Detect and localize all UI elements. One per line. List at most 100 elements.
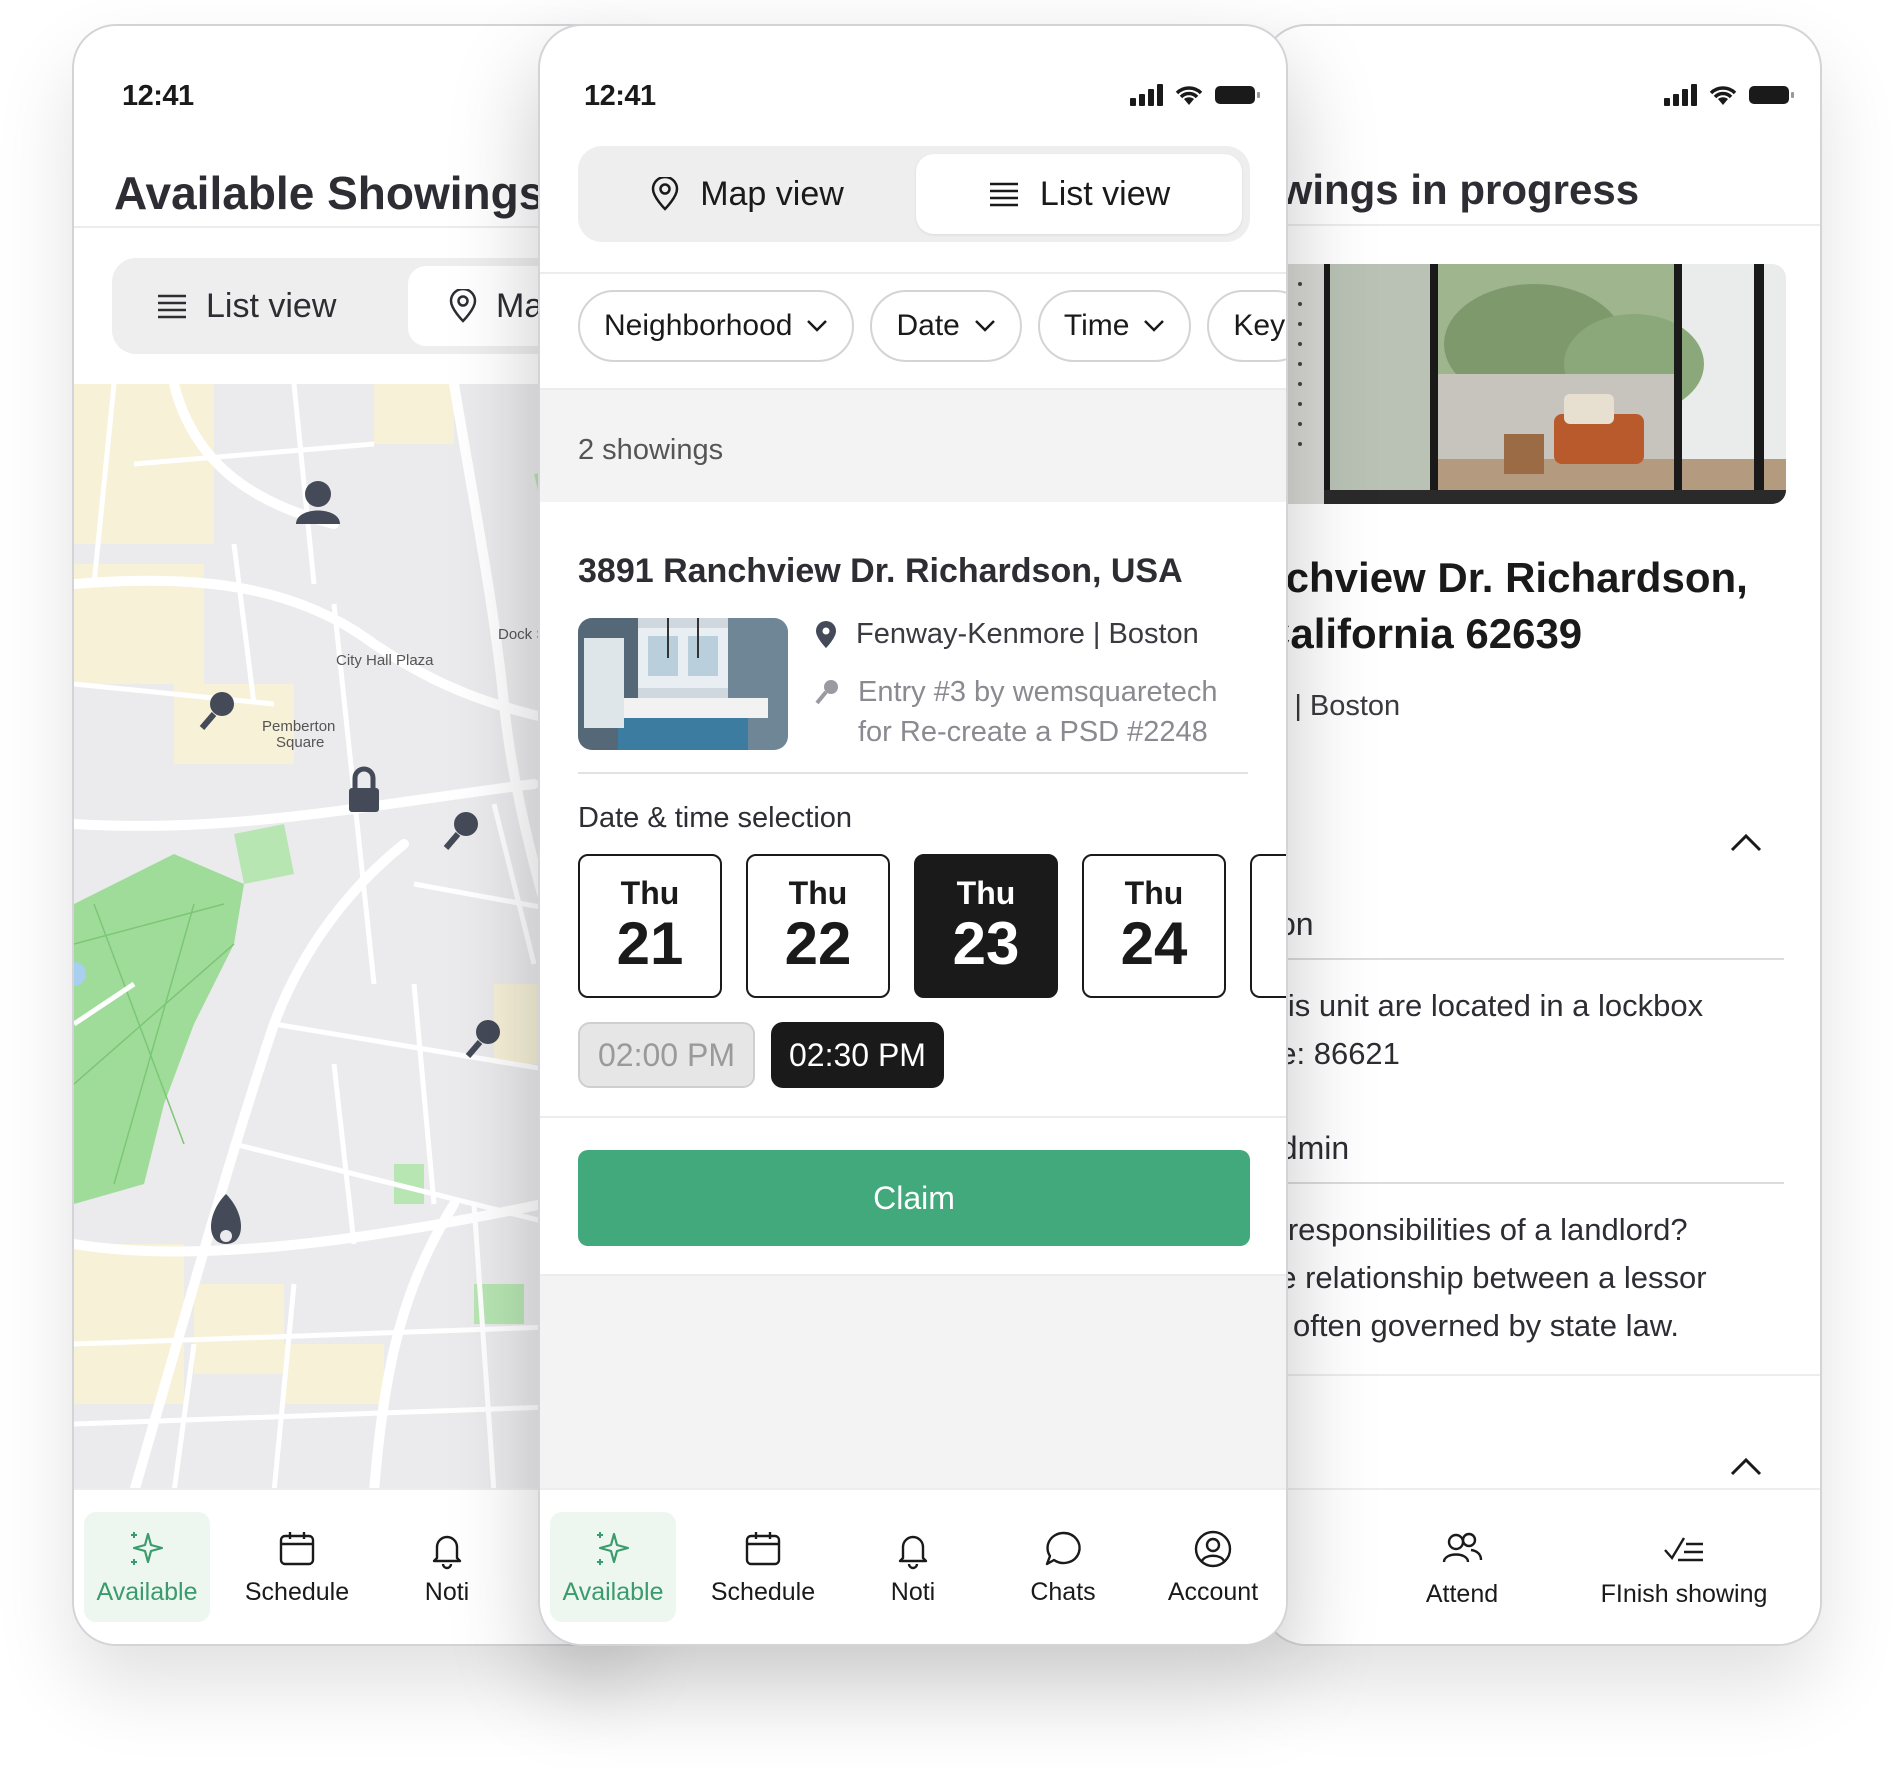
- filter-neighborhood[interactable]: Neighborhood: [578, 290, 855, 362]
- weekday: Thu: [788, 875, 848, 911]
- property-photo: [1264, 264, 1786, 504]
- date-time-label: Date & time selection: [578, 802, 853, 834]
- address-line-1: nchview Dr. Richardson,: [1262, 554, 1748, 601]
- action-bar: Attend FInish showing: [1264, 1488, 1820, 1644]
- date-option[interactable]: [1250, 854, 1286, 998]
- user-circle-icon: [1194, 1530, 1232, 1567]
- claim-button[interactable]: Claim: [578, 1150, 1250, 1246]
- tab-label: Chats: [1030, 1577, 1096, 1606]
- text-line: this unit are located in a lockbox: [1262, 988, 1704, 1023]
- status-icons: [1130, 84, 1260, 106]
- tab-bar: Available Schedule Noti Chats Account: [540, 1488, 1286, 1644]
- list-icon: [158, 294, 186, 319]
- text-line: is often governed by state law.: [1262, 1308, 1680, 1343]
- time-slot-selected[interactable]: 02:30 PM: [770, 1022, 944, 1088]
- tab-label: Schedule: [244, 1577, 350, 1606]
- map-label: Pemberton: [262, 718, 336, 735]
- attend-button[interactable]: Attend: [1392, 1512, 1532, 1622]
- weekday: Thu: [1124, 875, 1184, 911]
- address-line-2: California 62639: [1262, 610, 1583, 657]
- battery-icon: [1749, 86, 1794, 104]
- filter-key[interactable]: Key: [1207, 290, 1286, 362]
- page-title: Available Showings: [114, 167, 545, 219]
- divider: [540, 1116, 1286, 1118]
- text-line: de: 86621: [1262, 1036, 1400, 1071]
- bell-icon: [432, 1535, 462, 1569]
- list-view-button[interactable]: List view: [156, 266, 336, 346]
- filter-time[interactable]: Time: [1037, 290, 1192, 362]
- listing-thumbnail[interactable]: [578, 618, 788, 750]
- chevron-up-icon[interactable]: [1728, 826, 1764, 862]
- date-option[interactable]: Thu 21: [578, 854, 722, 998]
- pin-icon: [651, 177, 679, 211]
- view-toggle: Map view List view: [578, 146, 1250, 242]
- page-title: owings in progress: [1262, 166, 1640, 213]
- finish-showing-button[interactable]: FInish showing: [1564, 1512, 1804, 1622]
- divider: [1264, 1182, 1784, 1184]
- text-line: he relationship between a lessor: [1262, 1260, 1707, 1295]
- filter-label: Key: [1233, 309, 1286, 342]
- tab-available[interactable]: Available: [84, 1512, 210, 1622]
- filter-date[interactable]: Date: [870, 290, 1022, 362]
- users-icon: [1442, 1532, 1483, 1562]
- tab-notifications[interactable]: Noti: [850, 1512, 976, 1622]
- section-text: this unit are located in a lockbox de: 8…: [1262, 982, 1704, 1078]
- entry-text: Entry #3 by wemsquaretech for Re-create …: [858, 672, 1217, 752]
- pin-icon: [449, 289, 477, 323]
- weekday: Thu: [956, 875, 1016, 911]
- entry-line: Entry #3 by wemsquaretech: [858, 676, 1218, 708]
- tab-schedule[interactable]: Schedule: [234, 1512, 360, 1622]
- attend-label: Attend: [1425, 1579, 1499, 1608]
- filter-chips: Neighborhood Date Time Key: [578, 290, 1286, 362]
- list-view-button[interactable]: List view: [916, 154, 1242, 234]
- filter-label: Date: [896, 309, 960, 342]
- divider: [540, 272, 1286, 274]
- finish-showing-label: FInish showing: [1600, 1579, 1768, 1608]
- sparkle-icon: [131, 1531, 164, 1565]
- filter-label: Neighborhood: [604, 309, 793, 342]
- key-icon: [815, 680, 838, 705]
- map-pin-icon: [816, 620, 836, 648]
- tab-label: Noti: [890, 1577, 936, 1606]
- calendar-icon: [745, 1531, 781, 1565]
- listing-address[interactable]: 3891 Ranchview Dr. Richardson, USA: [578, 552, 1183, 591]
- chevron-up-icon[interactable]: [1728, 1450, 1764, 1486]
- time-slots: 02:00 PM 02:30 PM: [578, 1022, 944, 1088]
- day-number: 21: [616, 910, 684, 977]
- section-text: e responsibilities of a landlord? he rel…: [1262, 1206, 1707, 1350]
- tab-notifications[interactable]: Noti: [384, 1512, 510, 1622]
- time-slot-disabled: 02:00 PM: [578, 1022, 755, 1088]
- divider: [1264, 224, 1820, 226]
- status-time: 12:41: [584, 80, 656, 112]
- text-line: e responsibilities of a landlord?: [1262, 1212, 1688, 1247]
- tab-label: Noti: [424, 1577, 470, 1606]
- tab-account[interactable]: Account: [1150, 1512, 1276, 1622]
- date-option[interactable]: Thu 24: [1082, 854, 1226, 998]
- battery-icon: [1215, 86, 1260, 104]
- date-option[interactable]: Thu 22: [746, 854, 890, 998]
- results-header: 2 showings: [540, 388, 1286, 502]
- chat-icon: [1045, 1531, 1081, 1565]
- date-option-selected[interactable]: Thu 23: [914, 854, 1058, 998]
- address: nchview Dr. Richardson, California 62639: [1262, 550, 1748, 662]
- checklist-icon: [1664, 1536, 1703, 1561]
- map-label: Square: [276, 734, 325, 751]
- map-view-button[interactable]: Map view: [586, 154, 908, 234]
- tab-chats[interactable]: Chats: [1000, 1512, 1126, 1622]
- status-icons: [1664, 84, 1794, 106]
- sparkle-icon: [597, 1531, 630, 1565]
- list-view-label: List view: [1039, 174, 1171, 213]
- wifi-icon: [1709, 86, 1737, 105]
- tab-available[interactable]: Available: [550, 1512, 676, 1622]
- entry-line: for Re-create a PSD #2248: [858, 716, 1208, 748]
- tab-schedule[interactable]: Schedule: [700, 1512, 826, 1622]
- tab-label: Available: [562, 1577, 664, 1606]
- day-number: 24: [1120, 910, 1188, 977]
- calendar-icon: [279, 1531, 315, 1565]
- chevron-down-icon: [1144, 320, 1165, 332]
- date-picker: Thu 21 Thu 22 Thu 23 Thu 24: [578, 854, 1286, 998]
- status-time: 12:41: [122, 80, 194, 112]
- tab-label: Account: [1167, 1577, 1259, 1606]
- day-number: 23: [952, 910, 1020, 977]
- map-label: City Hall Plaza: [336, 652, 434, 669]
